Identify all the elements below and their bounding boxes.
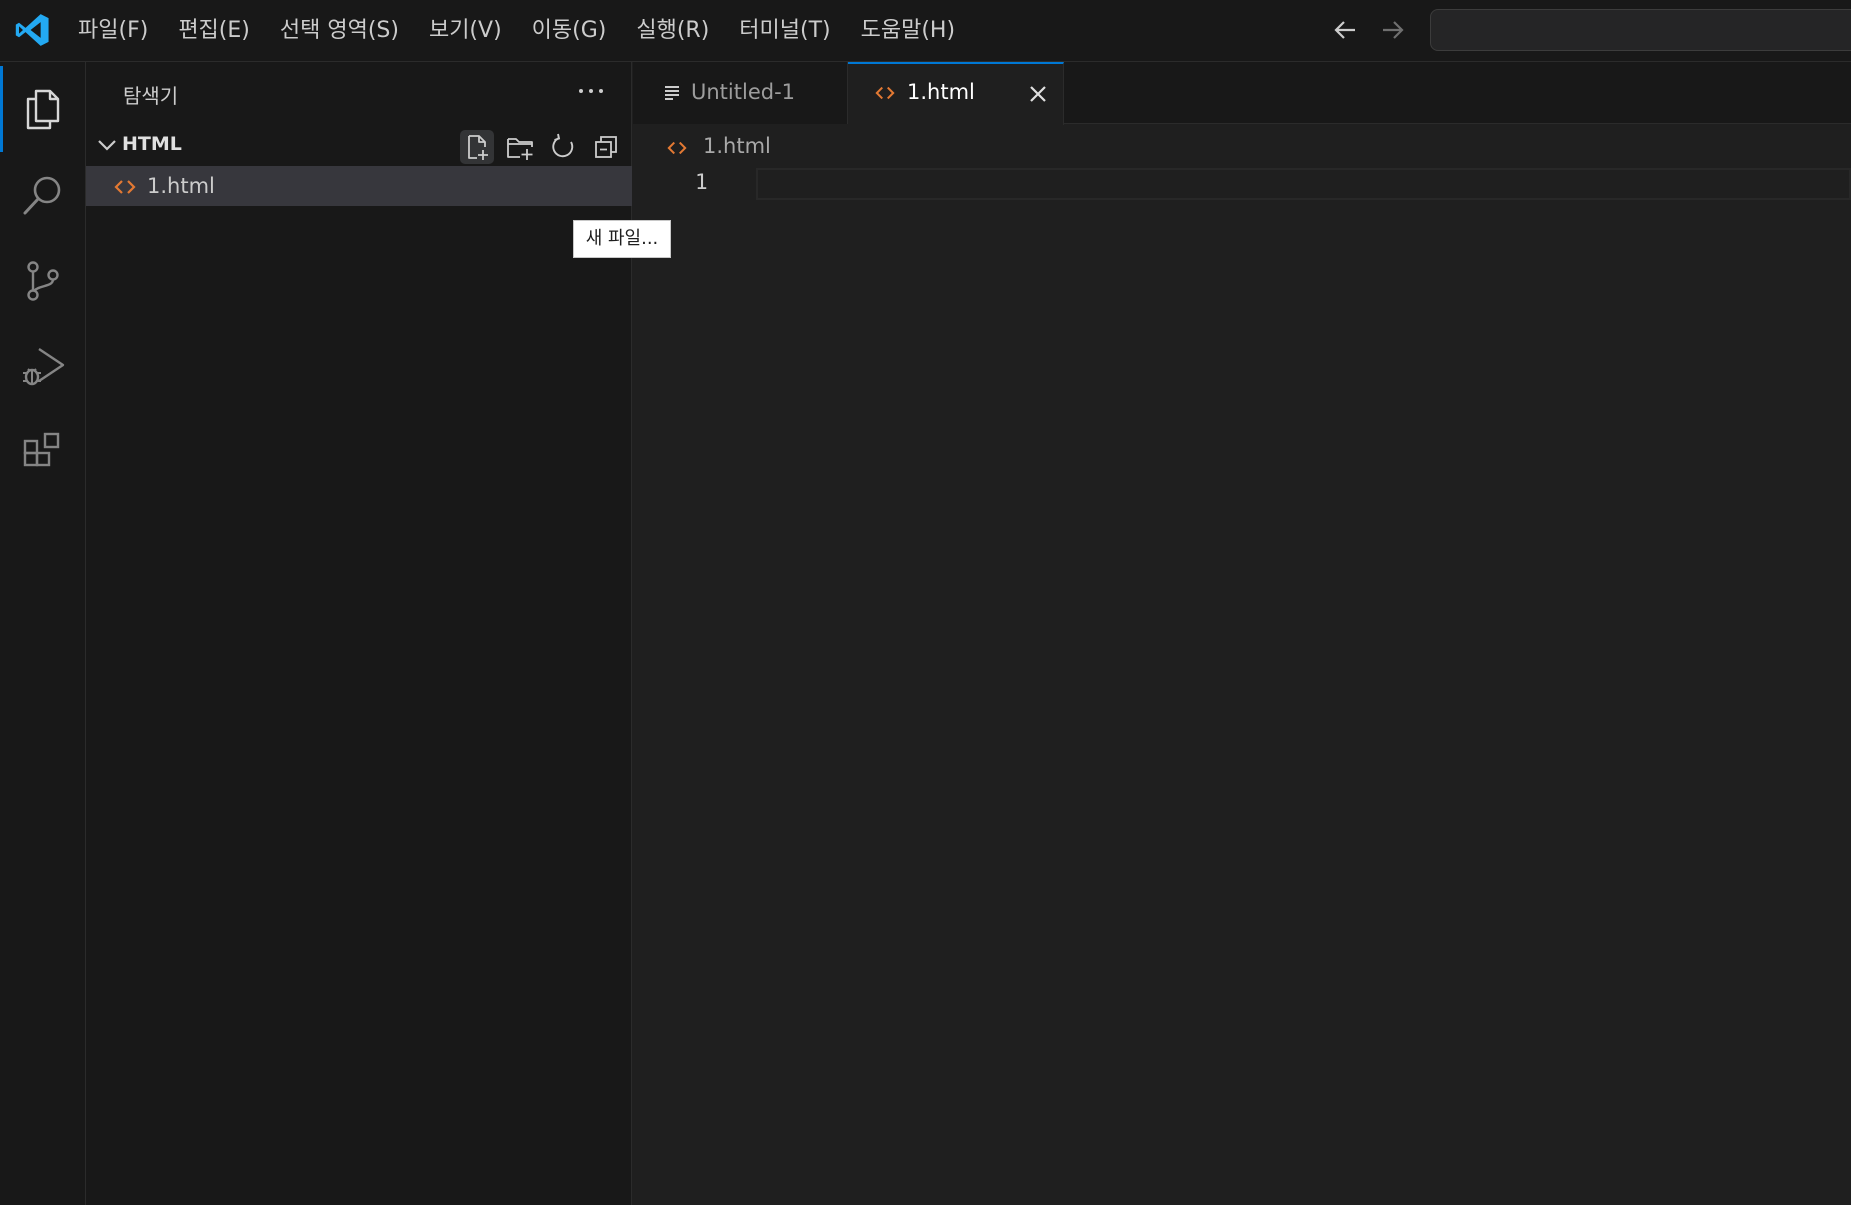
more-actions-icon[interactable] xyxy=(574,74,608,108)
line-number: 1 xyxy=(695,170,708,194)
editor-tab-bar: Untitled-1 1.html xyxy=(633,62,1851,125)
html-code-icon xyxy=(667,141,687,155)
lines-icon xyxy=(665,86,679,100)
activity-explorer[interactable] xyxy=(0,66,86,152)
new-folder-icon xyxy=(507,138,533,160)
activity-bar xyxy=(0,62,86,1205)
tab-label: 1.html xyxy=(907,80,975,104)
file-tree-item[interactable]: 1.html xyxy=(86,166,632,206)
title-bar: 파일(F) 편집(E) 선택 영역(S) 보기(V) 이동(G) 실행(R) 터… xyxy=(0,0,1851,62)
menu-terminal[interactable]: 터미널(T) xyxy=(723,11,844,51)
collapse-folders-button[interactable] xyxy=(589,130,623,164)
menu-view[interactable]: 보기(V) xyxy=(413,11,516,51)
run-debug-icon xyxy=(23,348,65,386)
extensions-icon xyxy=(23,432,60,467)
breadcrumb-file[interactable]: 1.html xyxy=(703,134,771,158)
current-line-highlight[interactable] xyxy=(756,168,1851,200)
folder-name: HTML xyxy=(122,133,182,155)
forward-arrow-icon[interactable] xyxy=(1377,14,1409,46)
menu-file[interactable]: 파일(F) xyxy=(62,11,162,51)
refresh-icon xyxy=(552,133,574,158)
new-file-tooltip: 새 파일... xyxy=(573,220,671,258)
html-code-icon xyxy=(875,86,895,100)
menu-help[interactable]: 도움말(H) xyxy=(845,11,969,51)
breadcrumb: 1.html xyxy=(633,124,1851,168)
back-arrow-icon[interactable] xyxy=(1329,14,1361,46)
explorer-sidebar: 탐색기 HTML 1.html 새 파일... xyxy=(86,62,671,1205)
activity-search[interactable] xyxy=(0,152,86,238)
chevron-down-icon[interactable] xyxy=(94,132,120,158)
source-control-icon xyxy=(27,261,59,301)
close-icon[interactable] xyxy=(1024,80,1052,108)
files-icon xyxy=(26,89,60,130)
new-file-button[interactable] xyxy=(460,130,494,164)
menu-run[interactable]: 실행(R) xyxy=(620,11,723,51)
code-editor[interactable]: 1 xyxy=(633,168,1851,1205)
new-file-icon xyxy=(468,135,488,160)
tab-1-html[interactable]: 1.html xyxy=(848,62,1064,125)
html-code-icon xyxy=(114,180,136,194)
refresh-explorer-button[interactable] xyxy=(546,130,580,164)
command-center-search[interactable] xyxy=(1430,9,1851,51)
menu-bar: 파일(F) 편집(E) 선택 영역(S) 보기(V) 이동(G) 실행(R) 터… xyxy=(62,0,969,62)
collapse-all-icon xyxy=(595,136,617,158)
file-tree-item-label: 1.html xyxy=(147,174,215,198)
sidebar-title: 탐색기 xyxy=(123,84,179,108)
activity-extensions[interactable] xyxy=(0,410,86,496)
menu-go[interactable]: 이동(G) xyxy=(516,11,621,51)
activity-run-debug[interactable] xyxy=(0,324,86,410)
menu-edit[interactable]: 편집(E) xyxy=(162,11,264,51)
search-icon xyxy=(23,176,61,215)
activity-source-control[interactable] xyxy=(0,238,86,324)
folder-header[interactable]: HTML xyxy=(86,126,632,164)
menu-selection[interactable]: 선택 영역(S) xyxy=(264,11,413,51)
new-folder-button[interactable] xyxy=(503,130,537,164)
tab-label: Untitled-1 xyxy=(691,80,796,104)
tab-untitled-1[interactable]: Untitled-1 xyxy=(633,62,848,124)
vscode-logo-icon[interactable] xyxy=(14,12,50,48)
